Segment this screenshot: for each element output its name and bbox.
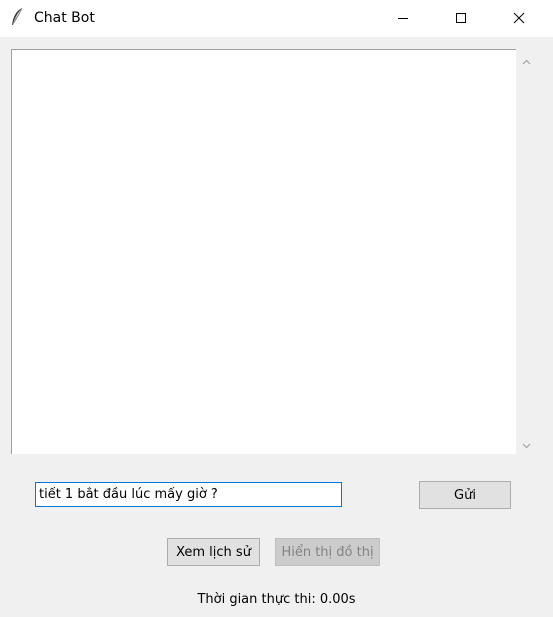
chat-display[interactable]	[11, 49, 516, 454]
scroll-up-icon[interactable]	[520, 54, 533, 67]
view-history-button[interactable]: Xem lịch sử	[167, 538, 260, 566]
execution-time-label: Thời gian thực thi: 0.00s	[197, 592, 356, 607]
maximize-button[interactable]	[438, 0, 484, 37]
minimize-icon	[397, 9, 409, 28]
chat-bot-window: Chat Bot Gửi Xem lịch sử	[0, 0, 553, 617]
minimize-button[interactable]	[380, 0, 426, 37]
send-button[interactable]: Gửi	[419, 481, 511, 509]
close-button[interactable]	[496, 0, 542, 37]
chat-scrollbar[interactable]	[516, 49, 537, 454]
feather-icon	[10, 7, 24, 27]
maximize-icon	[455, 9, 467, 28]
show-graph-button[interactable]: Hiển thị đồ thị	[275, 538, 380, 566]
close-icon	[513, 9, 525, 28]
message-input[interactable]	[35, 482, 342, 507]
title-bar[interactable]: Chat Bot	[0, 0, 553, 37]
window-title: Chat Bot	[34, 10, 95, 26]
scroll-down-icon[interactable]	[520, 437, 533, 450]
